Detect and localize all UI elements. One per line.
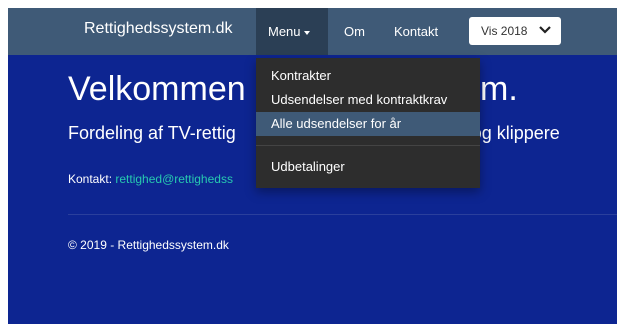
dropdown-item-udbetalinger[interactable]: Udbetalinger [256,155,480,179]
page-content: Rettighedssystem.dk Menu Om Kontakt Vis … [8,8,617,324]
caret-down-icon [303,30,310,35]
dropdown-item-kontrakter[interactable]: Kontrakter [256,64,480,88]
brand-link[interactable]: Rettighedssystem.dk [84,20,233,38]
divider [68,214,617,215]
menu-dropdown-toggle[interactable]: Menu [256,8,328,55]
chevron-down-icon [539,26,551,34]
dropdown-item-udsendelser-kontraktkrav[interactable]: Udsendelser med kontraktkrav [256,88,480,112]
dropdown-item-alle-udsendelser[interactable]: Alle udsendelser for år [256,112,480,136]
footer-copyright: © 2019 - Rettighedssystem.dk [68,238,229,252]
nav-kontakt-link[interactable]: Kontakt [394,8,438,55]
navbar: Rettighedssystem.dk Menu Om Kontakt Vis … [8,8,617,55]
menu-dropdown: Kontrakter Udsendelser med kontraktkrav … [256,58,480,188]
contact-label: Kontakt: [68,172,113,186]
menu-label: Menu [268,24,301,39]
title-start: Velkommen [68,70,246,108]
dropdown-divider [256,145,480,146]
year-select-value: Vis 2018 [481,24,528,38]
contact-email-link[interactable]: rettighed@rettighedss [115,172,233,186]
subtitle-start: Fordeling af TV-rettig [68,123,236,143]
nav-om-link[interactable]: Om [344,8,365,55]
contact-line: Kontakt: rettighed@rettighedss [68,172,233,186]
year-select[interactable]: Vis 2018 [469,17,561,45]
